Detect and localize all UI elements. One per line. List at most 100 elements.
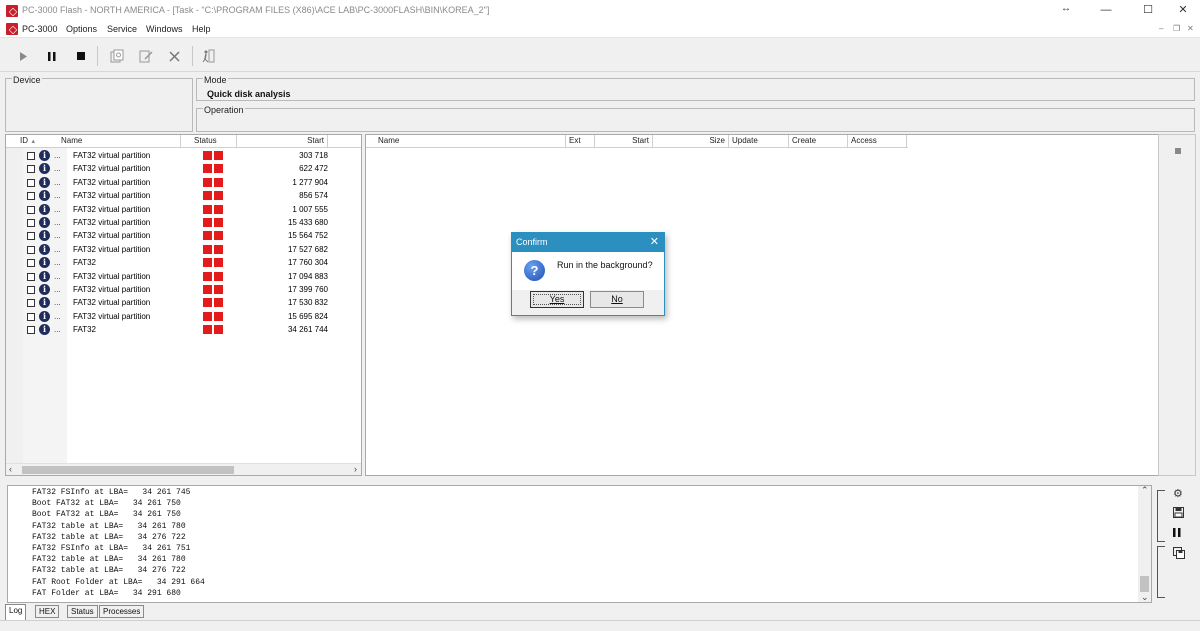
- table-row[interactable]: i... FAT32 virtual partition 17 094 883: [6, 270, 361, 283]
- header-access[interactable]: Access: [848, 135, 907, 147]
- row-menu-dots[interactable]: ...: [54, 149, 61, 162]
- info-icon[interactable]: i: [39, 190, 50, 202]
- row-checkbox[interactable]: [27, 152, 35, 160]
- log-vertical-scrollbar[interactable]: ⌃ ⌄: [1138, 485, 1151, 603]
- header-size[interactable]: Size: [653, 135, 729, 147]
- header-status[interactable]: Status: [191, 135, 237, 147]
- exit-icon[interactable]: [197, 45, 219, 67]
- row-menu-dots[interactable]: ...: [54, 229, 61, 242]
- minimize-button[interactable]: —: [1089, 0, 1123, 21]
- menu-service[interactable]: Service: [107, 24, 137, 34]
- log-scroll-thumb[interactable]: [1140, 576, 1149, 592]
- header-update[interactable]: Update: [729, 135, 789, 147]
- scroll-down-icon[interactable]: ⌄: [1141, 592, 1149, 603]
- header-id[interactable]: ID ▲: [17, 135, 63, 147]
- table-row[interactable]: i... FAT32 virtual partition 17 530 832: [6, 296, 361, 309]
- tools-icon[interactable]: [164, 45, 186, 67]
- table-row[interactable]: i... FAT32 virtual partition 15 433 680: [6, 216, 361, 229]
- header-file-name[interactable]: Name: [375, 135, 566, 147]
- table-row[interactable]: i... FAT32 34 261 744: [6, 323, 361, 336]
- horizontal-scrollbar[interactable]: ‹ ›: [6, 463, 361, 475]
- header-create[interactable]: Create: [789, 135, 848, 147]
- header-ext[interactable]: Ext: [566, 135, 595, 147]
- row-menu-dots[interactable]: ...: [54, 270, 61, 283]
- row-checkbox[interactable]: [27, 286, 35, 294]
- menu-help[interactable]: Help: [192, 24, 211, 34]
- row-menu-dots[interactable]: ...: [54, 243, 61, 256]
- scroll-right-icon[interactable]: ›: [354, 464, 357, 474]
- mdi-close-button[interactable]: ✕: [1187, 24, 1194, 33]
- edit-settings-icon[interactable]: [135, 45, 157, 67]
- mdi-minimize-button[interactable]: –: [1159, 24, 1163, 33]
- yes-button[interactable]: Yes: [530, 291, 584, 308]
- copy-settings-icon[interactable]: [106, 45, 128, 67]
- save-icon[interactable]: [1173, 507, 1184, 521]
- info-icon[interactable]: i: [39, 257, 50, 269]
- info-icon[interactable]: i: [39, 150, 50, 161]
- row-checkbox[interactable]: [27, 219, 35, 227]
- row-checkbox[interactable]: [27, 272, 35, 281]
- row-checkbox[interactable]: [27, 245, 35, 254]
- table-row[interactable]: i... FAT32 17 760 304: [6, 256, 361, 269]
- scroll-left-icon[interactable]: ‹: [9, 464, 12, 474]
- row-checkbox[interactable]: [27, 312, 35, 321]
- row-menu-dots[interactable]: ...: [54, 203, 61, 216]
- row-checkbox[interactable]: [27, 192, 35, 201]
- mdi-restore-button[interactable]: ❐: [1173, 24, 1180, 33]
- info-icon[interactable]: i: [39, 163, 50, 175]
- row-menu-dots[interactable]: ...: [54, 310, 61, 323]
- row-menu-dots[interactable]: ...: [54, 176, 61, 189]
- close-button[interactable]: ✕: [1166, 0, 1200, 21]
- row-menu-dots[interactable]: ...: [54, 256, 61, 269]
- settings-icon[interactable]: ⚙: [1173, 487, 1183, 500]
- table-row[interactable]: i... FAT32 virtual partition 17 399 760: [6, 283, 361, 296]
- row-menu-dots[interactable]: ...: [54, 296, 61, 309]
- row-checkbox[interactable]: [27, 299, 35, 308]
- row-menu-dots[interactable]: ...: [54, 216, 61, 229]
- tab-hex[interactable]: HEX: [35, 605, 60, 618]
- table-row[interactable]: i... FAT32 virtual partition 15 695 824: [6, 310, 361, 323]
- info-icon[interactable]: i: [39, 284, 50, 295]
- row-checkbox[interactable]: [27, 326, 35, 335]
- row-menu-dots[interactable]: ...: [54, 323, 61, 336]
- row-menu-dots[interactable]: ...: [54, 162, 61, 175]
- row-checkbox[interactable]: [27, 232, 35, 241]
- row-checkbox[interactable]: [27, 205, 35, 214]
- tab-processes[interactable]: Processes: [99, 605, 145, 618]
- info-icon[interactable]: i: [39, 270, 50, 282]
- scroll-thumb[interactable]: [22, 466, 234, 474]
- tab-status[interactable]: Status: [67, 605, 98, 618]
- header-name[interactable]: Name: [58, 135, 181, 147]
- pause-icon[interactable]: [41, 45, 63, 67]
- play-icon[interactable]: [12, 45, 34, 67]
- row-checkbox[interactable]: [27, 178, 35, 187]
- table-row[interactable]: i... FAT32 virtual partition 1 007 555: [6, 203, 361, 216]
- table-row[interactable]: i... FAT32 virtual partition 1 277 904: [6, 176, 361, 189]
- maximize-button[interactable]: ☐: [1131, 0, 1165, 21]
- stop-icon[interactable]: [70, 45, 92, 67]
- menu-pc3000[interactable]: PC-3000: [22, 24, 58, 34]
- row-menu-dots[interactable]: ...: [54, 189, 61, 202]
- scroll-up-icon[interactable]: ⌃: [1141, 485, 1149, 496]
- info-icon[interactable]: i: [39, 243, 50, 255]
- info-icon[interactable]: i: [39, 176, 50, 188]
- no-button[interactable]: No: [590, 291, 644, 308]
- table-row[interactable]: i... FAT32 virtual partition 856 574: [6, 189, 361, 202]
- info-icon[interactable]: i: [39, 230, 50, 242]
- header-file-start[interactable]: Start: [595, 135, 653, 147]
- table-row[interactable]: i... FAT32 virtual partition 15 564 752: [6, 229, 361, 242]
- info-icon[interactable]: i: [39, 217, 50, 228]
- dialog-close-icon[interactable]: ✕: [650, 235, 659, 248]
- table-row[interactable]: i... FAT32 virtual partition 622 472: [6, 162, 361, 175]
- menu-options[interactable]: Options: [66, 24, 97, 34]
- row-checkbox[interactable]: [27, 259, 35, 268]
- app-menu-icon[interactable]: [6, 23, 18, 35]
- table-row[interactable]: i... FAT32 virtual partition 17 527 682: [6, 243, 361, 256]
- info-icon[interactable]: i: [39, 310, 50, 322]
- info-icon[interactable]: i: [39, 324, 50, 336]
- row-checkbox[interactable]: [27, 165, 35, 174]
- menu-windows[interactable]: Windows: [146, 24, 183, 34]
- info-icon[interactable]: i: [39, 297, 50, 309]
- header-start[interactable]: Start: [237, 135, 328, 147]
- table-row[interactable]: i... FAT32 virtual partition 303 718: [6, 149, 361, 162]
